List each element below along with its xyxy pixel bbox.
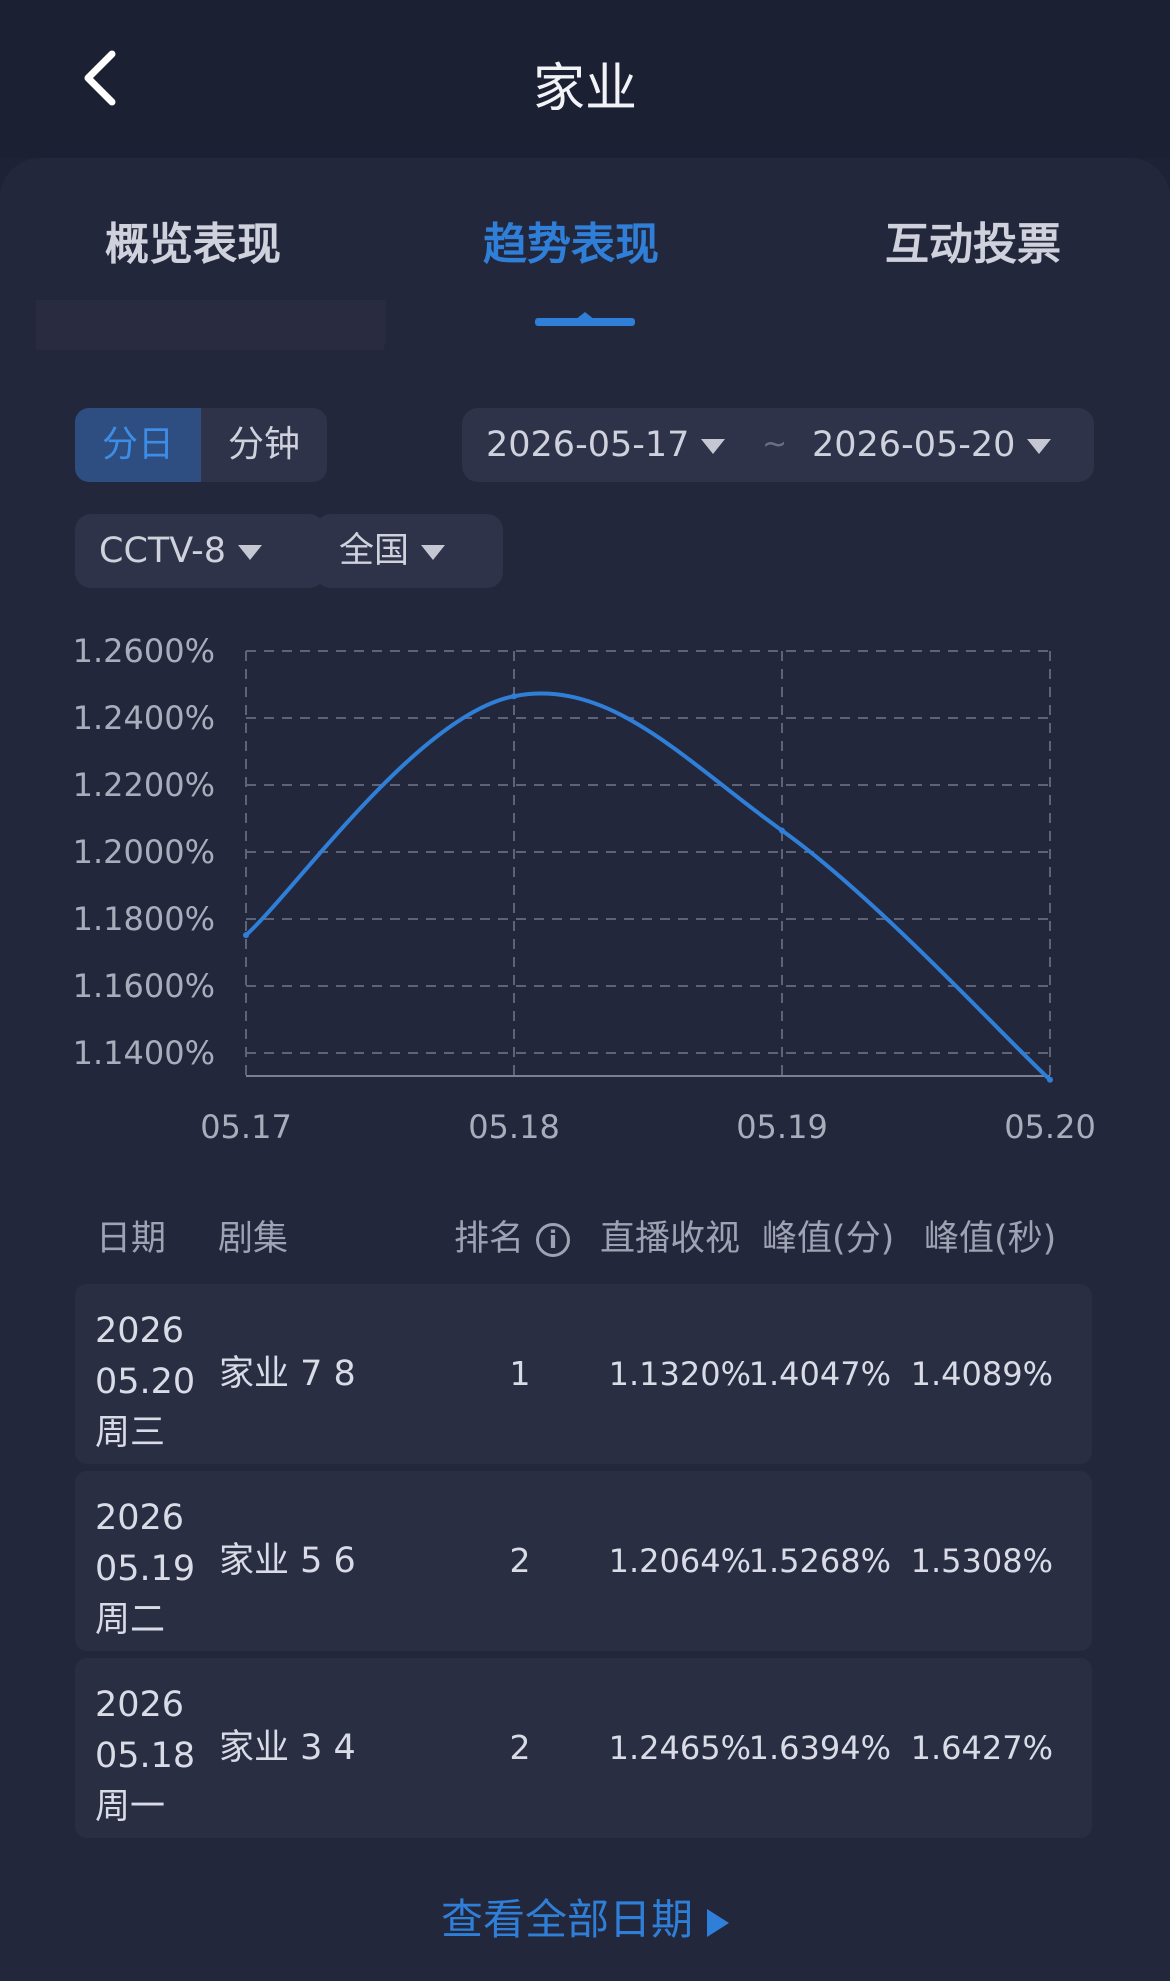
top-bar: 家业: [0, 0, 1170, 158]
row-live-rating: 1.2465%: [608, 1729, 751, 1767]
row-day: 05.18: [95, 1736, 196, 1776]
y-tick-label: 1.1800%: [73, 900, 215, 938]
tab-interaction-vote[interactable]: 互动投票: [885, 208, 1061, 272]
row-episode: 家业 7 8: [219, 1354, 356, 1394]
data-point: [243, 932, 249, 939]
y-tick-label: 1.2200%: [73, 766, 215, 804]
date-range-picker: 2026-05-17 ~ 2026-05-20: [462, 408, 1094, 482]
x-tick-label: 05.17: [200, 1108, 292, 1146]
header-live-rating: 直播收视: [600, 1219, 741, 1259]
granularity-day-button[interactable]: 分日: [75, 408, 201, 482]
table-row[interactable]: 2026 05.20 周三 家业 7 8 1 1.1320% 1.4047% 1.4…: [75, 1284, 1092, 1464]
header-episode: 剧集: [218, 1219, 289, 1259]
end-date-select[interactable]: 2026-05-20: [812, 408, 1052, 482]
date-separator: ~: [762, 427, 788, 462]
data-point: [779, 827, 785, 834]
rating-series-line: [244, 691, 1052, 1082]
x-tick-label: 05.18: [468, 1108, 560, 1146]
play-arrow-icon: [707, 1908, 729, 1937]
y-tick-label: 1.2000%: [73, 833, 215, 871]
dropdown-triangle-icon: [238, 544, 263, 560]
header-rank-label: 排名: [454, 1219, 525, 1259]
row-live-rating: 1.1320%: [608, 1355, 751, 1393]
row-date: 2026 05.18 周一: [95, 1680, 195, 1833]
row-weekday: 周二: [95, 1600, 166, 1640]
row-weekday: 周三: [95, 1413, 166, 1453]
start-date-value: 2026-05-17: [486, 425, 690, 465]
start-date-select[interactable]: 2026-05-17: [486, 408, 726, 482]
region-value: 全国: [339, 531, 410, 571]
row-date: 2026 05.20 周三: [95, 1306, 195, 1459]
row-year: 2026: [95, 1311, 185, 1351]
row-rank: 1: [509, 1354, 531, 1393]
row-date: 2026 05.19 周二: [95, 1493, 195, 1646]
header-peak-second: 峰值(秒): [924, 1219, 1057, 1259]
data-point: [511, 693, 517, 700]
tab-trend[interactable]: 趋势表现: [483, 208, 659, 272]
header-peak-minute: 峰值(分): [762, 1219, 895, 1259]
header-rank: 排名 i: [454, 1210, 571, 1261]
info-icon[interactable]: i: [536, 1223, 571, 1257]
row-episode: 家业 5 6: [219, 1541, 356, 1581]
y-tick-label: 1.1600%: [73, 967, 215, 1005]
y-tick-label: 1.2400%: [73, 699, 215, 737]
header-date: 日期: [96, 1219, 167, 1259]
channel-select[interactable]: CCTV-8: [75, 514, 325, 588]
row-year: 2026: [95, 1498, 185, 1538]
row-day: 05.20: [95, 1362, 196, 1402]
table-row[interactable]: 2026 05.19 周二 家业 5 6 2 1.2064% 1.5268% 1.5…: [75, 1471, 1092, 1651]
x-tick-label: 05.19: [736, 1108, 828, 1146]
row-rank: 2: [509, 1541, 531, 1580]
row-rank: 2: [509, 1728, 531, 1767]
row-episode: 家业 3 4: [219, 1728, 356, 1768]
page-title: 家业: [532, 59, 637, 119]
dropdown-triangle-icon: [421, 544, 446, 560]
row-peak-second: 1.5308%: [910, 1542, 1053, 1580]
dropdown-triangle-icon: [1027, 438, 1052, 454]
view-all-dates-link[interactable]: 查看全部日期: [0, 1886, 1170, 1947]
row-peak-minute: 1.5268%: [748, 1542, 891, 1580]
row-live-rating: 1.2064%: [608, 1542, 751, 1580]
view-all-label: 查看全部日期: [440, 1895, 693, 1944]
y-tick-label: 1.2600%: [73, 632, 215, 670]
row-weekday: 周一: [95, 1787, 166, 1827]
row-peak-minute: 1.4047%: [748, 1355, 891, 1393]
x-tick-label: 05.20: [1004, 1108, 1096, 1146]
granularity-minute-button[interactable]: 分钟: [201, 408, 327, 482]
row-peak-second: 1.6427%: [910, 1729, 1053, 1767]
y-tick-label: 1.1400%: [73, 1034, 215, 1072]
end-date-value: 2026-05-20: [812, 425, 1016, 465]
ratings-trend-chart: 1.2600% 1.2400% 1.2200% 1.2000% 1.1800% 1.160…: [73, 632, 1096, 1146]
region-select[interactable]: 全国: [315, 514, 503, 588]
tab-overview[interactable]: 概览表现: [105, 208, 281, 272]
row-peak-second: 1.4089%: [910, 1355, 1053, 1393]
dropdown-triangle-icon: [701, 438, 726, 454]
data-point: [1047, 1076, 1053, 1083]
row-day: 05.19: [95, 1549, 196, 1589]
row-year: 2026: [95, 1685, 185, 1725]
table-row[interactable]: 2026 05.18 周一 家业 3 4 2 1.2465% 1.6394% 1.6…: [75, 1658, 1092, 1838]
row-peak-minute: 1.6394%: [748, 1729, 891, 1767]
granularity-toggle: 分日 分钟: [75, 408, 327, 482]
active-tab-notch: [575, 312, 595, 320]
channel-value: CCTV-8: [99, 531, 227, 571]
